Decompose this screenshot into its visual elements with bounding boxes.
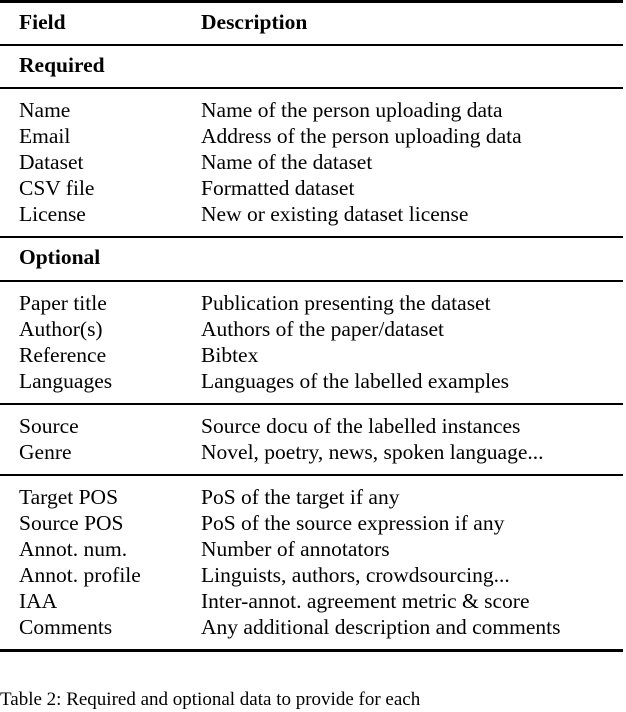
table-row: Any additional description and comments — [201, 614, 561, 639]
table-row: Linguists, authors, crowdsourcing... — [201, 562, 510, 587]
table-row: Languages — [19, 368, 113, 393]
table-row: Author(s) — [19, 316, 103, 341]
table-container: Field Description Required Name Email Da… — [0, 0, 626, 653]
table-row: Paper title — [19, 290, 107, 315]
table-row: Name of the dataset — [201, 150, 373, 174]
table-row: Genre — [19, 439, 72, 464]
table-row: Dataset — [19, 150, 84, 174]
table-row: Novel, poetry, news, spoken language... — [201, 439, 544, 464]
group-description-column: Publication presenting the dataset Autho… — [177, 279, 623, 404]
table-bottom-rule-row — [0, 648, 623, 653]
table-row: Comments — [19, 614, 113, 639]
table-row: License — [19, 202, 86, 226]
table-group-optional-1: Paper title Author(s) Reference Language… — [0, 279, 623, 404]
table-row: Publication presenting the dataset — [201, 290, 491, 315]
page-root: Field Description Required Name Email Da… — [0, 0, 626, 710]
group-field-column: Paper title Author(s) Reference Language… — [0, 279, 177, 404]
column-header-description: Description — [177, 0, 623, 45]
section-header-row-required: Required — [0, 43, 623, 88]
table-row: Annot. profile — [19, 562, 141, 587]
table-group-required-1: Name Email Dataset CSV file License Name… — [0, 87, 623, 237]
section-header-row-optional: Optional — [0, 236, 623, 281]
table-row: Annot. num. — [19, 536, 128, 561]
table-row: Formatted dataset — [201, 176, 355, 200]
table-row: Target POS — [19, 484, 119, 509]
table-row: Source docu of the labelled instances — [201, 413, 521, 438]
table-row: Authors of the paper/dataset — [201, 316, 444, 341]
section-spacer-optional — [177, 236, 623, 281]
group-description-column: PoS of the target if any PoS of the sour… — [177, 473, 623, 650]
table-caption: Table 2: Required and optional data to p… — [0, 689, 421, 710]
table-row: Languages of the labelled examples — [201, 368, 510, 393]
group-field-column: Target POS Source POS Annot. num. Annot.… — [0, 473, 177, 650]
table-group-optional-3: Target POS Source POS Annot. num. Annot.… — [0, 473, 623, 650]
section-label-optional: Optional — [0, 236, 177, 281]
group-description-column: Name of the person uploading data Addres… — [177, 87, 623, 237]
table-row: Email — [19, 124, 71, 148]
table-row: Number of annotators — [201, 536, 390, 561]
field-description-table: Field Description Required Name Email Da… — [0, 0, 623, 653]
table-row: Source POS — [19, 510, 124, 535]
group-description-column: Source docu of the labelled instances No… — [177, 402, 623, 475]
table-row: Inter-annot. agreement metric & score — [201, 588, 530, 613]
table-header-row: Field Description — [0, 0, 623, 45]
section-spacer-required — [177, 43, 623, 88]
table-row: Source — [19, 413, 79, 438]
section-label-required: Required — [0, 43, 177, 88]
table-bottom-rule-left — [0, 648, 177, 653]
table-row: PoS of the target if any — [201, 484, 400, 509]
group-field-column: Name Email Dataset CSV file License — [0, 87, 177, 237]
column-header-field: Field — [0, 0, 177, 45]
table-row: IAA — [19, 588, 58, 613]
table-row: CSV file — [19, 176, 95, 200]
table-row: New or existing dataset license — [201, 202, 469, 226]
table-group-optional-2: Source Genre Source docu of the labelled… — [0, 402, 623, 475]
table-row: Bibtex — [201, 342, 259, 367]
table-row: PoS of the source expression if any — [201, 510, 505, 535]
table-row: Name — [19, 98, 71, 122]
table-row: Name of the person uploading data — [201, 98, 503, 122]
table-row: Reference — [19, 342, 107, 367]
group-field-column: Source Genre — [0, 402, 177, 475]
table-row: Address of the person uploading data — [201, 124, 522, 148]
table-bottom-rule-right — [177, 648, 623, 653]
